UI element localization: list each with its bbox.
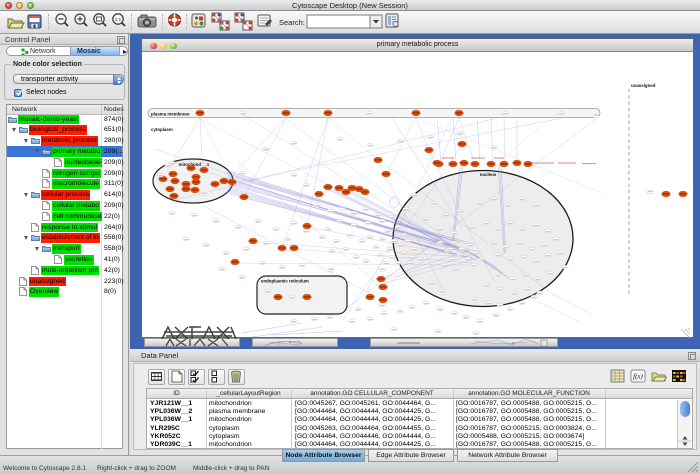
svg-text:1:1: 1:1 — [115, 17, 122, 22]
svg-text:unassigned: unassigned — [631, 83, 656, 88]
svg-text:cytoplasm: cytoplasm — [151, 127, 173, 132]
svg-text:nucleus: nucleus — [480, 172, 497, 177]
svg-text:f(x): f(x) — [633, 373, 643, 381]
svg-text:plasma membrane: plasma membrane — [151, 112, 190, 117]
svg-text:endoplasmic reticulum: endoplasmic reticulum — [261, 279, 309, 284]
